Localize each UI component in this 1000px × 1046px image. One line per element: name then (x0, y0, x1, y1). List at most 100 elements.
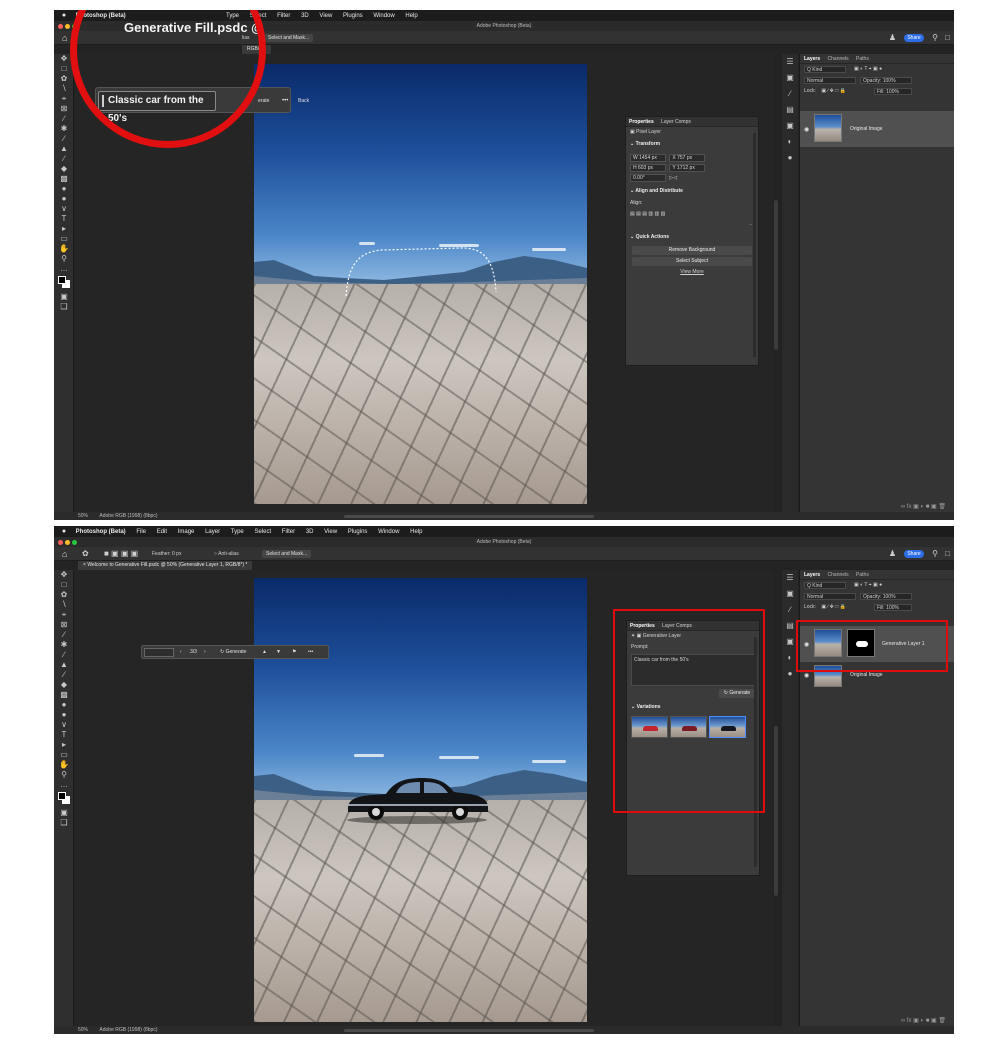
hand-tool-icon[interactable]: ✋ (54, 760, 74, 770)
adjustments-icon[interactable]: ◐ (782, 134, 798, 150)
blend-mode-select[interactable]: Normal (804, 77, 856, 84)
canvas-vertical-scrollbar[interactable] (774, 726, 778, 896)
comment-icon[interactable]: ▣ (782, 70, 798, 86)
transform-heading[interactable]: ⌄ Transform (626, 138, 758, 151)
brush-tool-icon[interactable]: ∕ (54, 650, 74, 660)
color-profile[interactable]: Adobe RGB (1998) (8bpc) (99, 513, 157, 519)
brush-settings-icon[interactable]: ∕ (782, 86, 798, 102)
shape-tool-icon[interactable]: ▭ (54, 234, 74, 244)
kind-filter-select[interactable]: Q Kind (804, 66, 846, 73)
tab-layers[interactable]: Layers (804, 572, 820, 578)
search-icon[interactable]: ⚲ (932, 31, 938, 45)
share-button[interactable]: Share (904, 550, 924, 558)
x-field[interactable]: X 757 px (669, 154, 706, 162)
gradient-tool-icon[interactable]: ▩ (54, 690, 74, 700)
remove-background-button[interactable]: Remove Background (632, 246, 752, 255)
generate-button[interactable]: ↻ Generate (220, 646, 246, 658)
height-field[interactable]: H 603 px (630, 164, 666, 172)
visibility-eye-icon[interactable]: ◉ (804, 672, 809, 679)
pen-tool-icon[interactable]: ∨ (54, 204, 74, 214)
horizontal-scrollbar[interactable] (344, 1029, 594, 1032)
history-brush-icon[interactable]: ∕ (54, 154, 74, 164)
blur-tool-icon[interactable]: ● (54, 184, 74, 194)
brush-tool-icon[interactable]: ∕ (54, 134, 74, 144)
libraries-icon[interactable]: ▣ (782, 118, 798, 134)
workspace-icon[interactable]: □ (945, 31, 950, 45)
anti-alias-checkbox[interactable]: ○ Anti-alias (214, 547, 239, 561)
color-profile[interactable]: Adobe RGB (1998) (8bpc) (99, 1027, 157, 1033)
selection-mode-icons[interactable]: ■ ▣ ▣ ▣ (104, 547, 138, 561)
move-tool-icon[interactable]: ✥ (54, 570, 74, 580)
quick-select-tool-icon[interactable]: ∖ (54, 84, 74, 94)
prompt-input-collapsed[interactable] (144, 648, 174, 657)
apple-menu-icon[interactable]: ● (54, 526, 74, 537)
close-window-icon[interactable] (58, 24, 63, 29)
select-and-mask-button[interactable]: Select and Mask... (262, 550, 312, 558)
next-variation-icon[interactable]: › (204, 646, 206, 658)
align-icons[interactable]: ▤ ▤ ▤ ▥ ▥ ▥ (630, 211, 665, 217)
frame-tool-icon[interactable]: ⊠ (54, 620, 74, 630)
share-button[interactable]: Share (904, 34, 924, 42)
search-icon[interactable]: ⚲ (932, 547, 938, 561)
select-subject-button[interactable]: Select Subject (632, 257, 752, 266)
quick-mask-icon[interactable]: ▣ (54, 292, 74, 302)
home-icon[interactable]: ⌂ (62, 31, 67, 45)
tab-channels[interactable]: Channels (828, 56, 849, 62)
thumbs-down-icon[interactable]: ▼ (276, 646, 281, 658)
previous-variation-icon[interactable]: ‹ (180, 646, 182, 658)
hand-tool-icon[interactable]: ✋ (54, 244, 74, 254)
marquee-tool-icon[interactable]: □ (54, 580, 74, 590)
opacity-field[interactable]: Opacity: 100% (860, 593, 912, 600)
dodge-tool-icon[interactable]: ● (54, 194, 74, 204)
eyedropper-tool-icon[interactable]: ∕ (54, 114, 74, 124)
back-button[interactable]: Back (298, 88, 309, 114)
layer-name[interactable]: Original Image (850, 672, 883, 678)
width-field[interactable]: W 1454 px (630, 154, 666, 162)
screen-mode-icon[interactable]: ❑ (54, 818, 74, 828)
properties-scrollbar[interactable] (753, 133, 756, 357)
zoom-window-icon[interactable] (72, 540, 77, 545)
eraser-tool-icon[interactable]: ◆ (54, 164, 74, 174)
filter-icons[interactable]: ▣ ◐ T ⌖ ▣ ● (854, 580, 882, 591)
type-tool-icon[interactable]: T (54, 730, 74, 740)
minimize-window-icon[interactable] (65, 540, 70, 545)
home-icon[interactable]: ⌂ (62, 547, 67, 561)
history-brush-icon[interactable]: ∕ (54, 670, 74, 680)
pen-tool-icon[interactable]: ∨ (54, 720, 74, 730)
stamp-tool-icon[interactable]: ▲ (54, 144, 74, 154)
tab-properties[interactable]: Properties (629, 119, 654, 125)
tab-layer-comps[interactable]: Layer Comps (661, 119, 691, 125)
selection-marquee[interactable] (342, 244, 502, 298)
path-select-tool-icon[interactable]: ▸ (54, 740, 74, 750)
filter-icons[interactable]: ▣ ◐ T ⌖ ▣ ● (854, 64, 882, 75)
tab-paths[interactable]: Paths (856, 56, 869, 62)
kind-filter-select[interactable]: Q Kind (804, 582, 846, 589)
gradient-tool-icon[interactable]: ▩ (54, 174, 74, 184)
layers-footer-icons[interactable]: ∞ fx ▣ ◐ ■ ▣ 🗑 (800, 1016, 954, 1026)
shape-tool-icon[interactable]: ▭ (54, 750, 74, 760)
layer-name[interactable]: Original Image (850, 126, 883, 132)
canvas-vertical-scrollbar[interactable] (774, 200, 778, 350)
select-and-mask-button[interactable]: Select and Mask... (264, 34, 314, 42)
workspace-icon[interactable]: □ (945, 547, 950, 561)
brush-settings-icon[interactable]: ∕ (782, 602, 798, 618)
generated-classic-car[interactable] (342, 770, 492, 824)
close-tab-icon[interactable]: × (83, 562, 86, 568)
more-tools-icon[interactable]: … (54, 264, 74, 274)
align-heading[interactable]: ⌄ Align and Distribute (626, 185, 758, 198)
document-tab[interactable]: × Welcome to Generative Fill.psdc @ 50% … (78, 561, 253, 570)
blur-tool-icon[interactable]: ● (54, 700, 74, 710)
quick-select-tool-icon[interactable]: ∖ (54, 600, 74, 610)
lasso-tool-icon[interactable]: ✿ (54, 590, 74, 600)
view-more-link[interactable]: View More (626, 268, 758, 277)
crop-tool-icon[interactable]: ⌖ (54, 610, 74, 620)
color-swatches[interactable] (54, 790, 73, 808)
history-icon[interactable]: ☰ (782, 54, 798, 70)
apple-menu-icon[interactable]: ● (54, 10, 74, 21)
history-icon[interactable]: ☰ (782, 570, 798, 586)
path-select-tool-icon[interactable]: ▸ (54, 224, 74, 234)
y-field[interactable]: Y 1712 px (669, 164, 706, 172)
flip-icon[interactable]: ▷◁ (669, 175, 677, 181)
person-icon[interactable]: ♟ (889, 547, 896, 561)
foreground-color-swatch[interactable] (58, 792, 66, 800)
